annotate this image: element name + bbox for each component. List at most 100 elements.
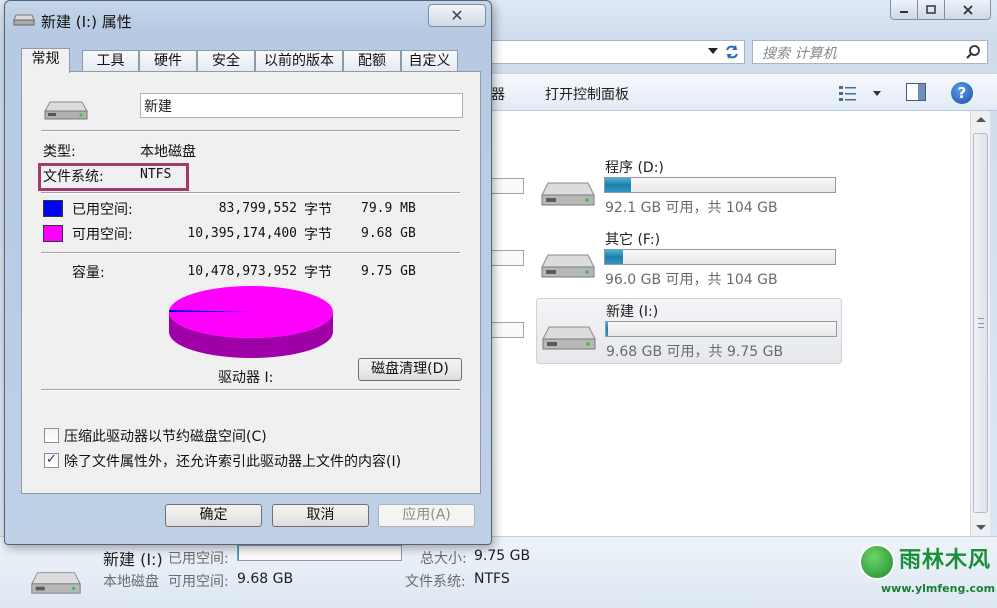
divider (41, 389, 460, 391)
chevron-down-icon[interactable] (708, 48, 718, 54)
view-dropdown-chevron-icon[interactable] (873, 91, 881, 96)
partial-drive-bar (488, 178, 524, 194)
window-controls (890, 0, 991, 22)
vertical-scrollbar[interactable] (970, 111, 990, 536)
toolbar-partial-item[interactable]: 器 (491, 84, 505, 104)
command-bar: 器 打开控制面板 ? (488, 73, 997, 111)
divider (41, 130, 460, 132)
cancel-button[interactable]: 取消 (272, 504, 369, 527)
details-total-label: 总大小: (420, 551, 467, 567)
drive-properties-dialog: 新建 (I:) 属性 ✕ 常规 工具 硬件 安全 以前的版本 配额 自定义 新建… (4, 0, 492, 545)
hard-drive-icon (541, 182, 595, 206)
view-options-icon[interactable] (838, 84, 858, 102)
drive-free-space: 92.1 GB 可用，共 104 GB (605, 200, 778, 216)
tab-tools[interactable]: 工具 (82, 50, 139, 72)
drive-label-input[interactable]: 新建 (140, 93, 463, 118)
details-usage-fill (238, 546, 240, 560)
capacity-size: 9.75 GB (361, 264, 416, 279)
drive-usage-bar (604, 249, 836, 265)
dialog-title: 新建 (I:) 属性 (41, 13, 132, 31)
details-free-value: 9.68 GB (237, 571, 294, 587)
apply-button[interactable]: 应用(A) (378, 504, 475, 527)
drive-usage-fill (605, 178, 632, 192)
drive-item-d[interactable]: 程序 (D:) 92.1 GB 可用，共 104 GB (536, 155, 842, 221)
general-tab-panel: 新建 类型: 本地磁盘 文件系统: NTFS 已用空间: 83,799,552 … (21, 71, 481, 494)
type-value: 本地磁盘 (140, 144, 196, 160)
window-close-button[interactable] (945, 0, 991, 20)
scroll-up-icon[interactable] (976, 117, 986, 122)
free-space-label: 可用空间: (72, 227, 133, 243)
drive-usage-fill (605, 250, 623, 264)
compress-drive-checkbox[interactable]: ✓ (44, 428, 59, 443)
type-label: 类型: (43, 144, 76, 160)
close-icon (962, 4, 973, 15)
minimize-icon (900, 10, 908, 13)
used-space-label: 已用空间: (72, 202, 133, 218)
free-space-bytes: 10,395,174,400 (187, 226, 297, 241)
hard-drive-icon (31, 572, 81, 594)
open-control-panel-button[interactable]: 打开控制面板 (545, 84, 629, 104)
refresh-icon[interactable] (724, 44, 740, 60)
dialog-close-button[interactable]: ✕ (428, 4, 486, 27)
drive-letter-label: 驱动器 I: (218, 370, 274, 386)
maximize-icon (926, 4, 936, 14)
tab-quota[interactable]: 配额 (343, 50, 401, 72)
drive-item-i[interactable]: 新建 (I:) 9.68 GB 可用，共 9.75 GB (536, 298, 842, 364)
capacity-label: 容量: (72, 265, 105, 281)
tab-hardware[interactable]: 硬件 (139, 50, 197, 72)
drive-usage-bar (605, 321, 837, 337)
scrollbar-thumb[interactable] (973, 133, 988, 513)
address-bar[interactable] (488, 40, 745, 64)
details-total-value: 9.75 GB (474, 548, 531, 564)
divider (41, 192, 460, 194)
tab-previous-versions[interactable]: 以前的版本 (255, 50, 343, 72)
drive-name: 新建 (I:) (606, 304, 659, 320)
checkmark-icon: ✓ (46, 452, 57, 467)
details-free-label: 可用空间: (168, 574, 229, 590)
drive-item-f[interactable]: 其它 (F:) 96.0 GB 可用，共 104 GB (536, 227, 842, 293)
watermark-title: 雨林木风 (899, 548, 992, 573)
filesystem-highlight (38, 163, 189, 191)
index-contents-checkbox[interactable]: ✓ (44, 452, 59, 468)
preview-pane-icon[interactable] (906, 83, 926, 101)
drive-label-value: 新建 (144, 99, 172, 115)
search-placeholder: 搜索 计算机 (762, 46, 837, 62)
maximize-button[interactable] (918, 0, 945, 20)
drive-name: 程序 (D:) (605, 160, 664, 176)
details-drive-name: 新建 (I:) (103, 550, 163, 569)
search-icon[interactable] (965, 44, 981, 60)
free-space-swatch (43, 225, 63, 242)
tab-security[interactable]: 安全 (197, 50, 255, 72)
free-space-size: 9.68 GB (361, 226, 416, 241)
details-fs-label: 文件系统: (405, 574, 466, 590)
ok-button[interactable]: 确定 (165, 504, 262, 527)
hard-drive-icon (13, 14, 35, 26)
disk-cleanup-button[interactable]: 磁盘清理(D) (358, 358, 462, 381)
capacity-unit: 字节 (304, 265, 332, 281)
watermark-url: www.ylmfeng.com (881, 582, 996, 595)
used-space-bytes: 83,799,552 (218, 201, 297, 216)
watermark: 雨林木风 www.ylmfeng.com (853, 542, 996, 604)
used-space-swatch (43, 200, 63, 217)
minimize-button[interactable] (890, 0, 918, 20)
scroll-down-icon[interactable] (976, 525, 986, 530)
used-space-unit: 字节 (304, 202, 332, 218)
tab-general[interactable]: 常规 (21, 48, 70, 73)
compress-drive-label: 压缩此驱动器以节约磁盘空间(C) (64, 429, 267, 445)
tab-customize[interactable]: 自定义 (401, 50, 458, 72)
details-used-label: 已用空间: (168, 551, 229, 567)
search-input[interactable]: 搜索 计算机 (752, 40, 988, 64)
index-contents-label: 除了文件属性外，还允许索引此驱动器上文件的内容(I) (64, 454, 402, 470)
tab-strip: 常规 工具 硬件 安全 以前的版本 配额 自定义 (21, 48, 481, 73)
drive-name: 其它 (F:) (605, 232, 661, 248)
hard-drive-icon (44, 101, 88, 120)
details-usage-bar (237, 545, 402, 561)
drive-usage-fill (606, 322, 608, 336)
free-space-unit: 字节 (304, 227, 332, 243)
details-fs-value: NTFS (474, 571, 510, 587)
watermark-logo (859, 544, 895, 580)
drive-free-space: 9.68 GB 可用，共 9.75 GB (606, 344, 784, 360)
help-icon[interactable]: ? (951, 82, 973, 104)
used-space-size: 79.9 MB (361, 201, 416, 216)
details-type: 本地磁盘 (103, 574, 159, 590)
